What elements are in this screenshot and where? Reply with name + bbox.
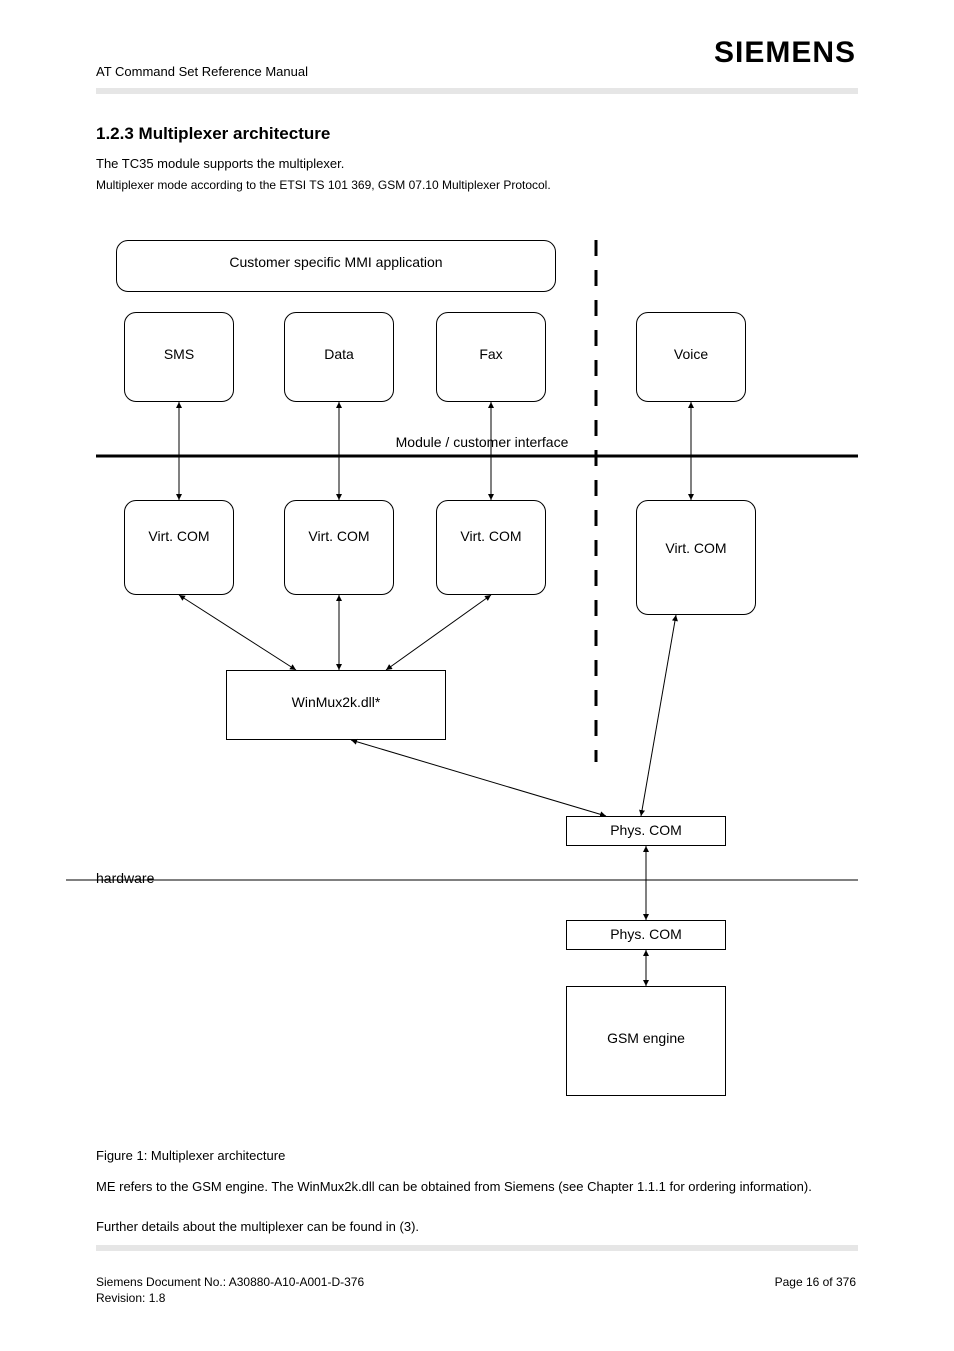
brand-logo: SIEMENS bbox=[714, 36, 856, 70]
header-divider bbox=[96, 88, 858, 94]
doc-title: AT Command Set Reference Manual bbox=[96, 64, 308, 79]
mux-protocol-desc: Multiplexer mode according to the ETSI T… bbox=[96, 178, 551, 192]
diagram-lines bbox=[96, 200, 858, 1128]
footer-revision: Revision: 1.8 bbox=[96, 1291, 165, 1305]
paragraph-2: Further details about the multiplexer ca… bbox=[96, 1218, 858, 1236]
diagram: Customer specific MMI application SMS Da… bbox=[96, 200, 858, 1128]
footer-doc-no: Siemens Document No.: A30880-A10-A001-D-… bbox=[96, 1275, 364, 1289]
footer-divider bbox=[96, 1245, 858, 1251]
section-heading: 1.2.3 Multiplexer architecture bbox=[96, 124, 330, 144]
paragraph-1: ME refers to the GSM engine. The WinMux2… bbox=[96, 1178, 858, 1196]
page: SIEMENS AT Command Set Reference Manual … bbox=[0, 0, 954, 1351]
footer-page-no: Page 16 of 376 bbox=[775, 1275, 856, 1289]
intro-line: The TC35 module supports the multiplexer… bbox=[96, 156, 344, 171]
figure-caption: Figure 1: Multiplexer architecture bbox=[96, 1148, 285, 1163]
